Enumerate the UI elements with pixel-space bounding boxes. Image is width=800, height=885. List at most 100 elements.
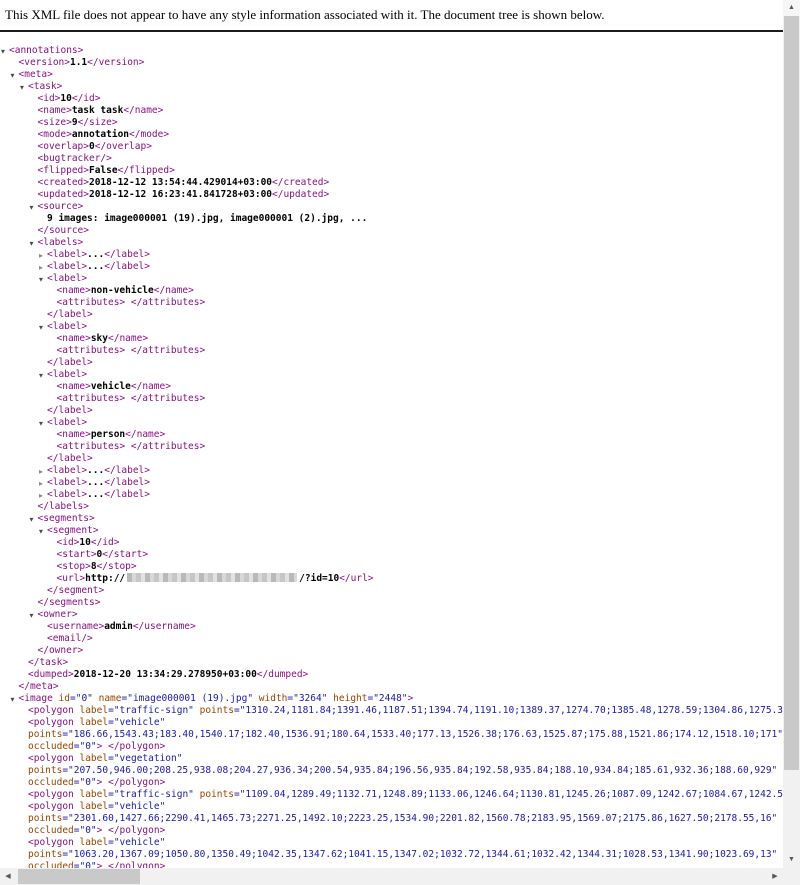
collapse-node-icon[interactable]: ▼ bbox=[11, 70, 19, 82]
xml-tree-line: <polygon label="vehicle" bbox=[0, 717, 783, 729]
collapse-node-icon[interactable]: ▼ bbox=[1, 46, 9, 58]
xml-tree-line: points="186.66,1543.43;183.40,1540.17;18… bbox=[0, 729, 783, 741]
xml-tree-line: points="1063.20,1367.09;1050.80,1350.49;… bbox=[0, 849, 783, 861]
xml-attribute-value: ="0" bbox=[74, 777, 97, 788]
xml-attribute-name: label bbox=[79, 801, 108, 812]
xml-tree-line: ▼<label> bbox=[0, 417, 783, 429]
xml-tree-line: <version>1.1</version> bbox=[0, 57, 783, 69]
scroll-down-icon[interactable]: ▼ bbox=[783, 852, 800, 868]
xml-tag: <name> bbox=[57, 429, 91, 440]
xml-attribute-name: occluded bbox=[28, 777, 74, 788]
xml-tag: <name> bbox=[38, 105, 72, 116]
xml-text-content: 1.1 bbox=[70, 57, 87, 68]
expand-node-icon[interactable]: ▶ bbox=[39, 478, 47, 490]
collapse-node-icon[interactable]: ▼ bbox=[30, 202, 38, 214]
xml-tag: <label> bbox=[47, 369, 87, 380]
xml-attribute-value: ="1063.20,1367.09;1050.80,1350.49;1042.3… bbox=[62, 849, 777, 860]
xml-tree-line: <flipped>False</flipped> bbox=[0, 165, 783, 177]
xml-tag: <label> bbox=[47, 261, 87, 272]
xml-tree-line: <id>10</id> bbox=[0, 537, 783, 549]
xml-tree-line: 9 images: image000001 (19).jpg, image000… bbox=[0, 213, 783, 225]
horizontal-scrollbar-thumb[interactable] bbox=[18, 869, 140, 884]
xml-attribute-value: ="image000001 (19).jpg" bbox=[122, 693, 254, 704]
xml-tag: <owner> bbox=[38, 609, 78, 620]
collapse-node-icon[interactable]: ▼ bbox=[39, 274, 47, 286]
collapse-node-icon[interactable]: ▼ bbox=[39, 322, 47, 334]
xml-text-content: non-vehicle bbox=[91, 285, 154, 296]
xml-tag: > bbox=[408, 693, 414, 704]
xml-tree-line: occluded="0"> </polygon> bbox=[0, 741, 783, 753]
collapse-node-icon[interactable]: ▼ bbox=[39, 418, 47, 430]
collapse-node-icon[interactable]: ▼ bbox=[30, 610, 38, 622]
expand-node-icon[interactable]: ▶ bbox=[39, 250, 47, 262]
collapse-node-icon[interactable]: ▼ bbox=[30, 514, 38, 526]
xml-tag: </meta> bbox=[19, 681, 59, 692]
xml-tree-line: ▼<segments> bbox=[0, 513, 783, 525]
xml-tag: </label> bbox=[47, 405, 93, 416]
collapse-node-icon[interactable]: ▼ bbox=[11, 694, 19, 706]
xml-attribute-name: occluded bbox=[28, 861, 74, 868]
xml-tree-line: ▼<label> bbox=[0, 321, 783, 333]
xml-tag: <segment> bbox=[47, 525, 98, 536]
scroll-left-icon[interactable]: ◀ bbox=[0, 868, 16, 885]
expand-node-icon[interactable]: ▶ bbox=[39, 262, 47, 274]
xml-tree-line: <polygon label="traffic-sign" points="13… bbox=[0, 705, 783, 717]
collapse-node-icon[interactable]: ▼ bbox=[39, 526, 47, 538]
xml-tree-line: </label> bbox=[0, 357, 783, 369]
xml-attribute-name: id bbox=[59, 693, 70, 704]
xml-tag: </labels> bbox=[38, 501, 89, 512]
xml-tag: </label> bbox=[104, 489, 150, 500]
xml-tree-line: ▼<annotations> bbox=[0, 45, 783, 57]
collapse-node-icon[interactable]: ▼ bbox=[20, 82, 28, 94]
xml-tag: </label> bbox=[104, 465, 150, 476]
xml-attribute-value: ="2448" bbox=[367, 693, 407, 704]
xml-tag: <name> bbox=[57, 381, 91, 392]
xml-text-content: person bbox=[91, 429, 125, 440]
xml-text-content: vehicle bbox=[91, 381, 131, 392]
xml-tag: <mode> bbox=[38, 129, 72, 140]
xml-tag: <labels> bbox=[38, 237, 84, 248]
xml-tag: </mode> bbox=[129, 129, 169, 140]
xml-tree-line: ▶<label>...</label> bbox=[0, 249, 783, 261]
scroll-up-icon[interactable]: ▲ bbox=[783, 0, 800, 16]
xml-tag: </name> bbox=[123, 105, 163, 116]
xml-attribute-name: points bbox=[28, 813, 62, 824]
xml-attribute-name: points bbox=[194, 789, 234, 800]
xml-tag: <email/> bbox=[47, 633, 93, 644]
xml-attribute-value: ="2301.60,1427.66;2290.41,1465.73;2271.2… bbox=[62, 813, 777, 824]
xml-tag: </overlap> bbox=[95, 141, 152, 152]
vertical-scrollbar[interactable]: ▲ ▼ bbox=[783, 0, 800, 868]
xml-tree-line: <start>0</start> bbox=[0, 549, 783, 561]
xml-attribute-value: ="1109.04,1289.49;1132.71,1248.89;1133.0… bbox=[234, 789, 783, 800]
collapse-node-icon[interactable]: ▼ bbox=[39, 370, 47, 382]
xml-tree-line: </source> bbox=[0, 225, 783, 237]
xml-text-content: ... bbox=[87, 261, 104, 272]
xml-tree-line: <dumped>2018-12-20 13:34:29.278950+03:00… bbox=[0, 669, 783, 681]
xml-tag: <image bbox=[19, 693, 59, 704]
expand-node-icon[interactable]: ▶ bbox=[39, 466, 47, 478]
xml-tag: <id> bbox=[38, 93, 61, 104]
xml-tag: <attributes> </attributes> bbox=[57, 393, 206, 404]
xml-tree-line: occluded="0"> </polygon> bbox=[0, 861, 783, 868]
xml-attribute-value: ="vehicle" bbox=[108, 837, 165, 848]
xml-tag: <stop> bbox=[57, 561, 91, 572]
xml-tree-line: ▼<owner> bbox=[0, 609, 783, 621]
xml-tree-line: </task> bbox=[0, 657, 783, 669]
xml-attribute-name: label bbox=[79, 837, 108, 848]
scroll-right-icon[interactable]: ▶ bbox=[767, 868, 783, 885]
collapse-node-icon[interactable]: ▼ bbox=[30, 238, 38, 250]
xml-tag: <updated> bbox=[38, 189, 89, 200]
xml-tree-line: </label> bbox=[0, 309, 783, 321]
xml-tag: <created> bbox=[38, 177, 89, 188]
no-stylesheet-message: This XML file does not appear to have an… bbox=[0, 6, 783, 32]
xml-tag: </label> bbox=[47, 453, 93, 464]
xml-tree-line: <overlap>0</overlap> bbox=[0, 141, 783, 153]
horizontal-scrollbar[interactable]: ◀ ▶ bbox=[0, 868, 783, 885]
xml-tree-line: </segments> bbox=[0, 597, 783, 609]
xml-tag: <start> bbox=[57, 549, 97, 560]
xml-text-content: 2018-12-20 13:34:29.278950+03:00 bbox=[74, 669, 257, 680]
xml-tree-line: ▶<label>...</label> bbox=[0, 465, 783, 477]
xml-tag: </label> bbox=[104, 477, 150, 488]
expand-node-icon[interactable]: ▶ bbox=[39, 490, 47, 502]
vertical-scrollbar-thumb[interactable] bbox=[784, 16, 799, 770]
